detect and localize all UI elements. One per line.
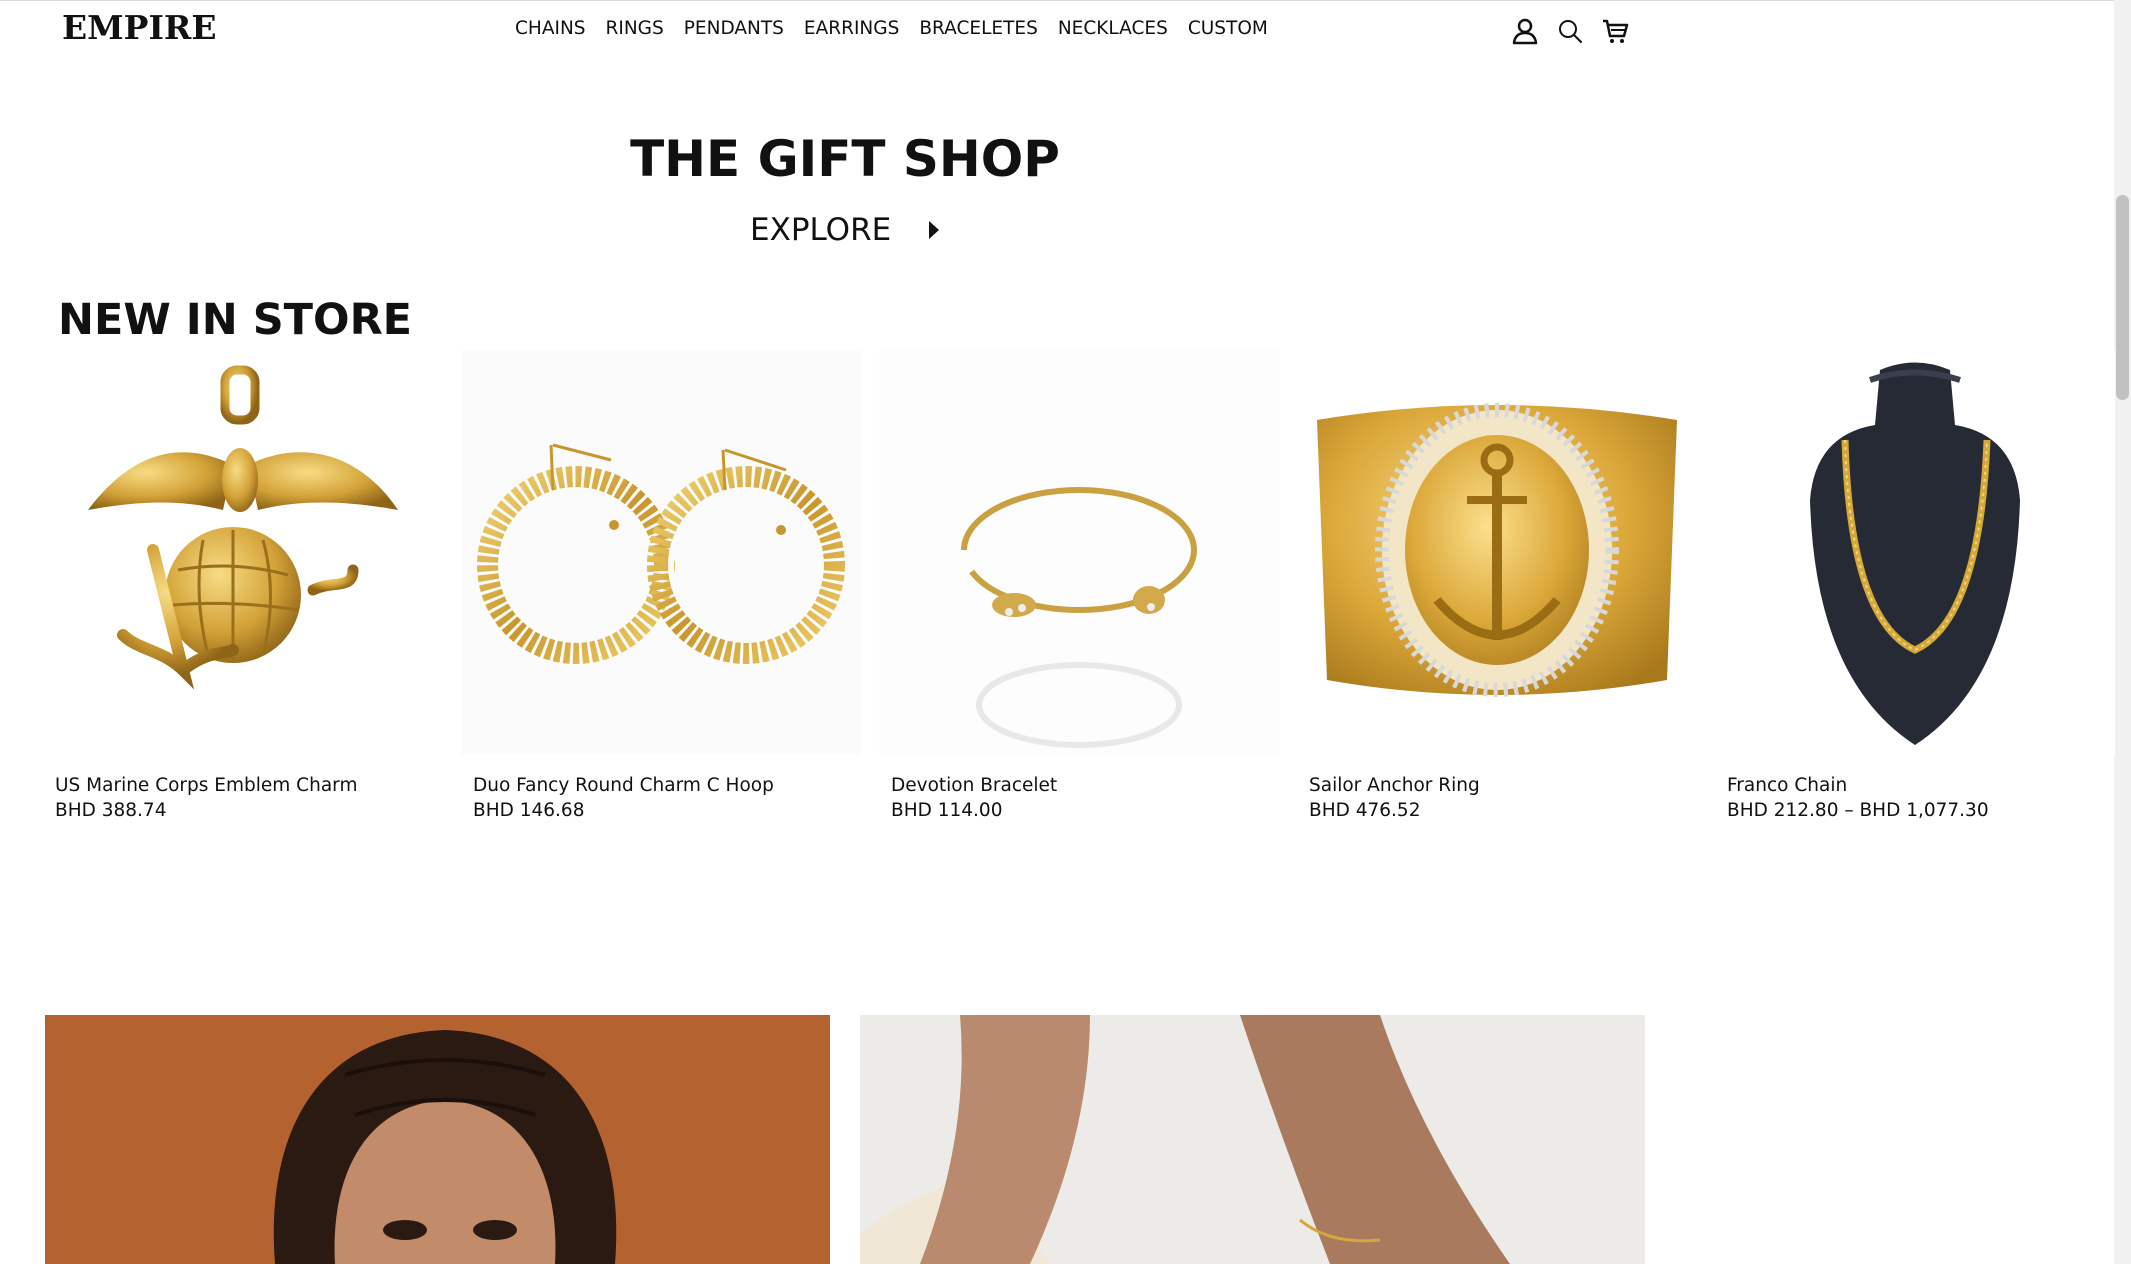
promo-banner-portrait[interactable] [45, 1015, 830, 1264]
gift-shop-title: THE GIFT SHOP [630, 130, 1060, 188]
product-card[interactable]: US Marine Corps Emblem Charm BHD 388.74 [43, 350, 443, 821]
product-image-marine-charm[interactable] [43, 350, 443, 755]
product-card[interactable]: Devotion Bracelet BHD 114.00 [879, 350, 1279, 821]
product-name[interactable]: Franco Chain [1727, 775, 1847, 796]
product-price: BHD 476.52 [1309, 800, 1421, 821]
product-image-anchor-ring[interactable] [1297, 350, 1697, 755]
nav-necklaces[interactable]: NECKLACES [1058, 18, 1168, 40]
site-logo[interactable]: EMPIRE [62, 8, 217, 47]
product-price: BHD 114.00 [891, 800, 1003, 821]
explore-label: EXPLORE [750, 212, 892, 248]
product-image-franco-chain[interactable] [1715, 350, 2115, 755]
main-nav: CHAINS RINGS PENDANTS EARRINGS BRACELETE… [515, 18, 1288, 40]
explore-link[interactable]: EXPLORE [750, 212, 940, 248]
product-price: BHD 212.80 – BHD 1,077.30 [1727, 800, 1989, 821]
product-name[interactable]: Sailor Anchor Ring [1309, 775, 1480, 796]
nav-earrings[interactable]: EARRINGS [804, 18, 899, 40]
product-name[interactable]: Devotion Bracelet [891, 775, 1057, 796]
scrollbar-thumb[interactable] [2116, 195, 2129, 400]
nav-rings[interactable]: RINGS [606, 18, 664, 40]
product-image-devotion-bracelet[interactable] [879, 350, 1279, 755]
product-card[interactable]: Duo Fancy Round Charm C Hoop BHD 146.68 [461, 350, 861, 821]
product-price: BHD 388.74 [55, 800, 167, 821]
new-in-store-title: NEW IN STORE [58, 295, 413, 345]
arrow-right-icon [929, 221, 940, 239]
product-card[interactable]: Sailor Anchor Ring BHD 476.52 [1297, 350, 1697, 821]
top-border [0, 0, 2131, 1]
nav-pendants[interactable]: PENDANTS [684, 18, 784, 40]
product-card[interactable]: Franco Chain BHD 212.80 – BHD 1,077.30 [1715, 350, 2115, 821]
product-price: BHD 146.68 [473, 800, 585, 821]
promo-banner-bracelet[interactable] [860, 1015, 1645, 1264]
product-name[interactable]: US Marine Corps Emblem Charm [55, 775, 357, 796]
account-icon[interactable] [1510, 16, 1540, 46]
header-icons [1510, 16, 1645, 46]
nav-custom[interactable]: CUSTOM [1188, 18, 1268, 40]
nav-bracelets[interactable]: BRACELETES [919, 18, 1037, 40]
product-name[interactable]: Duo Fancy Round Charm C Hoop [473, 775, 774, 796]
page-scrollbar[interactable] [2114, 0, 2131, 1264]
product-image-hoop-earrings[interactable] [461, 350, 861, 755]
search-icon[interactable] [1555, 16, 1585, 46]
nav-chains[interactable]: CHAINS [515, 18, 586, 40]
cart-icon[interactable] [1600, 16, 1630, 46]
